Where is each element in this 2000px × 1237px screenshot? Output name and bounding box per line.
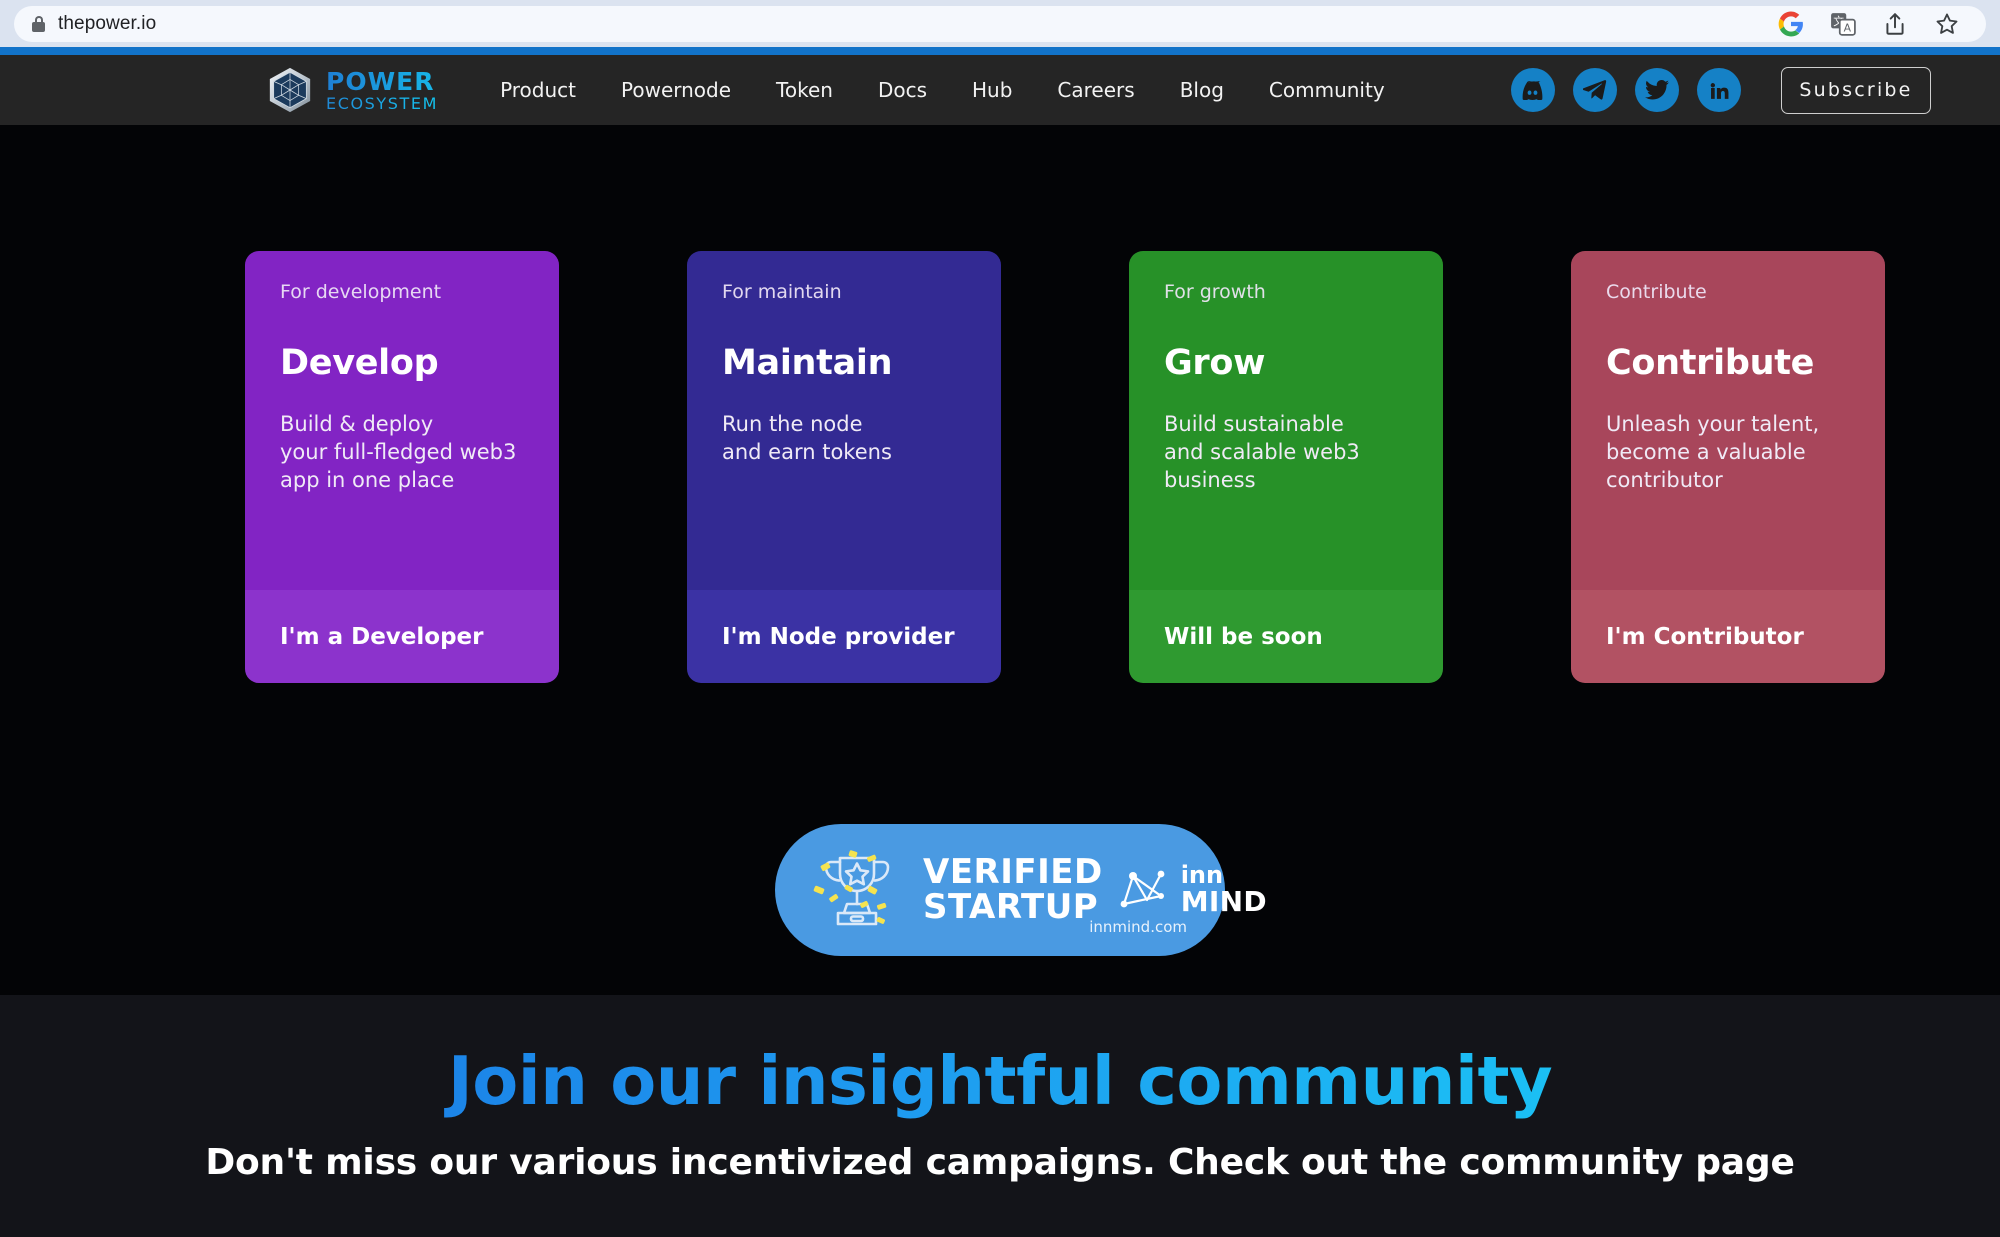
nav-item-product[interactable]: Product (500, 78, 576, 102)
verified-badge-text: VERIFIED STARTUP (923, 855, 1103, 924)
brand-wordmark: POWER ECOSYSTEM (326, 69, 438, 112)
card-maintain-description: Run the node and earn tokens (722, 412, 892, 464)
card-maintain-body: For maintain Maintain Run the node and e… (687, 251, 1001, 590)
trophy-icon (813, 850, 890, 926)
card-contribute-description: Unleash your talent, become a valuable c… (1606, 412, 1820, 492)
telegram-icon[interactable] (1573, 68, 1617, 112)
card-grow[interactable]: For growth Grow Build sustainable and sc… (1129, 251, 1443, 683)
card-develop-cta[interactable]: I'm a Developer (245, 590, 559, 683)
card-develop-eyebrow: For development (280, 281, 442, 303)
card-develop-body: For development Develop Build & deploy y… (245, 251, 559, 590)
lock-icon (32, 15, 45, 32)
main-navigation: Product Powernode Token Docs Hub Careers… (500, 78, 1385, 102)
verified-badge-line1: VERIFIED (923, 852, 1103, 893)
discord-icon[interactable] (1511, 68, 1555, 112)
translate-icon[interactable]: 文 A (1830, 11, 1856, 37)
nav-item-careers[interactable]: Careers (1057, 78, 1134, 102)
linkedin-icon[interactable] (1697, 68, 1741, 112)
card-maintain-cta[interactable]: I'm Node provider (687, 590, 1001, 683)
subscribe-button[interactable]: Subscribe (1781, 66, 1931, 114)
browser-toolbar: thepower.io 文 A (0, 0, 2000, 47)
card-grow-description: Build sustainable and scalable web3 busi… (1164, 412, 1360, 492)
nav-item-token[interactable]: Token (776, 78, 833, 102)
community-title: Join our insightful community (0, 1042, 2000, 1120)
share-icon[interactable] (1882, 11, 1908, 37)
google-icon[interactable] (1778, 11, 1804, 37)
hero-section: For development Develop Build & deploy y… (0, 125, 2000, 995)
card-grow-body: For growth Grow Build sustainable and sc… (1129, 251, 1443, 590)
card-develop-title: Develop (280, 343, 439, 383)
site-header: POWER ECOSYSTEM Product Powernode Token … (0, 55, 2000, 125)
innmind-url-text: innmind.com (1089, 918, 1187, 936)
card-maintain-eyebrow: For maintain (722, 281, 842, 303)
verified-badge-line2: STARTUP (923, 887, 1099, 927)
card-develop[interactable]: For development Develop Build & deploy y… (245, 251, 559, 683)
community-section: Join our insightful community Don't miss… (0, 995, 2000, 1237)
header-actions: Subscribe (1511, 66, 1931, 114)
card-develop-description: Build & deploy your full-fledged web3 ap… (280, 412, 517, 492)
svg-text:A: A (1844, 21, 1852, 34)
role-cards: For development Develop Build & deploy y… (245, 251, 1885, 683)
nav-item-hub[interactable]: Hub (972, 78, 1012, 102)
innmind-logo-icon (1120, 870, 1165, 908)
brand-name-ecosystem: ECOSYSTEM (326, 93, 439, 113)
twitter-icon[interactable] (1635, 68, 1679, 112)
brand-logo[interactable]: POWER ECOSYSTEM (266, 66, 438, 114)
card-grow-eyebrow: For growth (1164, 281, 1266, 303)
nav-item-powernode[interactable]: Powernode (621, 78, 731, 102)
card-contribute-body: Contribute Contribute Unleash your talen… (1571, 251, 1885, 590)
url-text: thepower.io (58, 12, 157, 34)
icosahedron-logo-icon (269, 67, 311, 113)
card-grow-title: Grow (1164, 343, 1266, 383)
omnibox-actions: 文 A (1778, 11, 1968, 37)
nav-item-blog[interactable]: Blog (1180, 78, 1224, 102)
innmind-mind-text: MIND (1180, 884, 1267, 918)
community-subtitle: Don't miss our various incentivized camp… (205, 1142, 1795, 1183)
card-grow-cta[interactable]: Will be soon (1129, 590, 1443, 683)
accent-strip (0, 47, 2000, 55)
card-maintain-title: Maintain (722, 343, 893, 383)
card-contribute-eyebrow: Contribute (1606, 281, 1707, 303)
innmind-partner-logo: inn MIND (1117, 863, 1267, 916)
nav-item-community[interactable]: Community (1269, 78, 1385, 102)
card-contribute[interactable]: Contribute Contribute Unleash your talen… (1571, 251, 1885, 683)
innmind-wordmark: inn MIND (1181, 863, 1267, 916)
address-bar[interactable]: thepower.io 文 A (14, 5, 1986, 42)
card-contribute-title: Contribute (1606, 343, 1815, 383)
card-maintain[interactable]: For maintain Maintain Run the node and e… (687, 251, 1001, 683)
brand-name-power: POWER (326, 69, 438, 94)
verified-badge-container: VERIFIED STARTUP inn MIND innmind.com (0, 824, 2000, 956)
card-contribute-cta[interactable]: I'm Contributor (1571, 590, 1885, 683)
verified-startup-badge[interactable]: VERIFIED STARTUP inn MIND innmind.com (775, 824, 1267, 956)
nav-item-docs[interactable]: Docs (878, 78, 927, 102)
bookmark-star-icon[interactable] (1934, 11, 1960, 37)
